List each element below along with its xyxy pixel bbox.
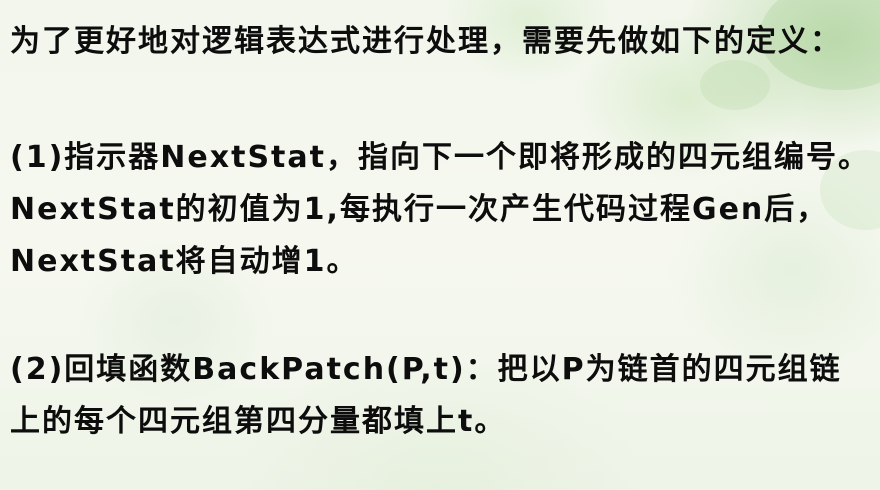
slide-content: 为了更好地对逻辑表达式进行处理，需要先做如下的定义： (1)指示器NextSta…: [10, 16, 872, 448]
paragraph-backpatch: (2)回填函数BackPatch(P,t)：把以P为链首的四元组链上的每个四元组…: [10, 352, 842, 439]
paragraph-nextstat: (1)指示器NextStat，指向下一个即将形成的四元组编号。NextStat的…: [10, 140, 870, 279]
paragraph-intro: 为了更好地对逻辑表达式进行处理，需要先做如下的定义：: [10, 24, 842, 59]
